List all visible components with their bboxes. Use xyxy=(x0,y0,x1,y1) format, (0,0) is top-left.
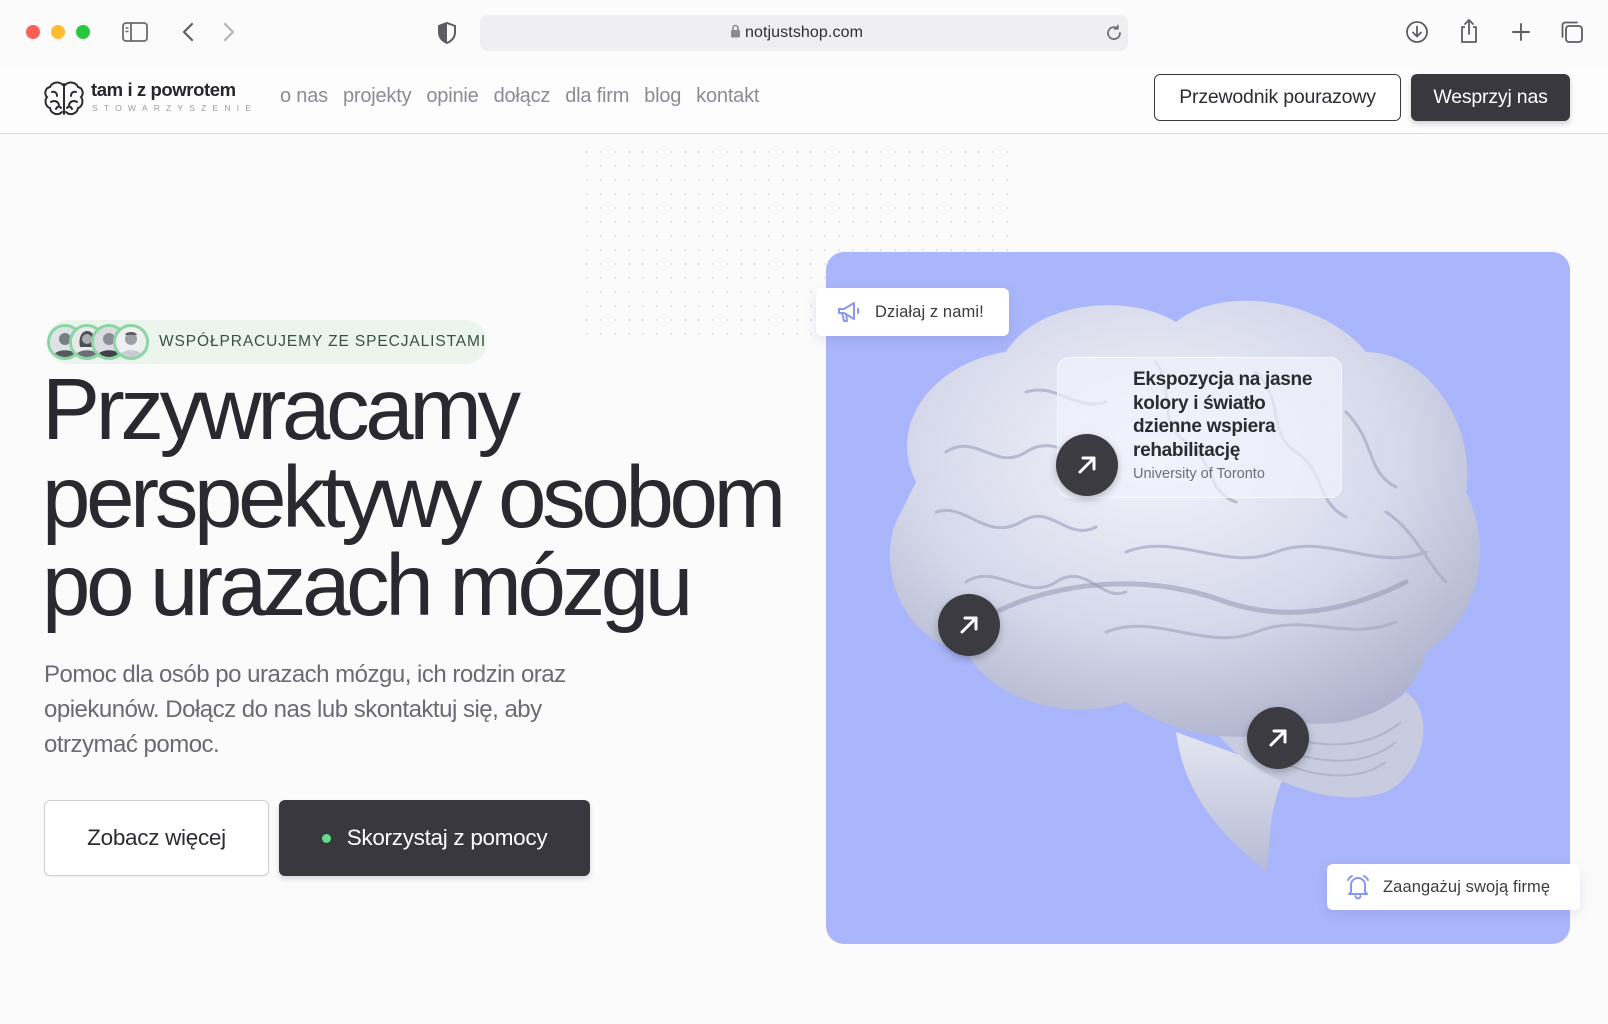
info-card-source: University of Toronto xyxy=(1133,466,1265,482)
zoom-window-button[interactable] xyxy=(76,25,90,39)
url-text: notjustshop.com xyxy=(744,24,863,41)
status-dot-icon xyxy=(321,833,331,843)
guide-button[interactable]: Przewodnik pourazowy xyxy=(1154,74,1401,121)
engage-company-label: Zaangażuj swoją firmę xyxy=(1383,877,1551,896)
specialists-badge: WSPÓŁPRACUJEMY ZE SPECJALISTAMI xyxy=(47,320,487,364)
headline-line: Przywracamy xyxy=(42,361,521,458)
nav-link-projekty[interactable]: projekty xyxy=(343,85,412,108)
privacy-shield-icon[interactable] xyxy=(437,21,457,45)
get-help-button[interactable]: Skorzystaj z pomocy xyxy=(279,800,590,876)
headline-line: po urazach mózgu xyxy=(42,537,693,634)
address-bar[interactable]: notjustshop.com xyxy=(480,15,1128,51)
info-card-title: Ekspozycja na jasne kolory i światło dzi… xyxy=(1133,369,1313,461)
bell-icon xyxy=(1347,875,1369,900)
logo-subtitle: STOWARZYSZENIE xyxy=(92,103,258,113)
nav-link-blog[interactable]: blog xyxy=(644,85,681,108)
hero-visual-panel xyxy=(826,252,1570,944)
see-more-button[interactable]: Zobacz więcej xyxy=(44,800,269,876)
nav-link-opinie[interactable]: opinie xyxy=(426,85,478,108)
avatar xyxy=(113,324,149,360)
share-icon[interactable] xyxy=(1458,18,1480,44)
hero-subtitle: Pomoc dla osób po urazach mózgu, ich rod… xyxy=(44,661,566,758)
nav-link-o-nas[interactable]: o nas xyxy=(280,85,328,108)
close-window-button[interactable] xyxy=(26,25,40,39)
browser-toolbar: notjustshop.com xyxy=(0,0,1608,66)
get-help-label: Skorzystaj z pomocy xyxy=(346,825,548,850)
brain-illustration xyxy=(889,300,1481,872)
arrow-up-right-icon xyxy=(1078,456,1096,474)
sidebar-toggle-icon[interactable] xyxy=(122,21,148,43)
back-icon[interactable] xyxy=(181,22,195,42)
hero-headline: Przywracamy perspektywy osobom po urazac… xyxy=(42,366,802,630)
nav-link-dolacz[interactable]: dołącz xyxy=(494,85,551,108)
nav-link-kontakt[interactable]: kontakt xyxy=(696,85,759,108)
reload-icon[interactable] xyxy=(1105,24,1123,42)
download-icon[interactable] xyxy=(1405,20,1429,44)
new-tab-icon[interactable] xyxy=(1510,21,1532,43)
act-with-us-label: Działaj z nami! xyxy=(875,302,984,321)
lock-icon xyxy=(730,24,741,38)
megaphone-icon xyxy=(838,302,859,322)
arrow-up-right-icon xyxy=(1269,729,1287,747)
act-with-us-tag[interactable]: Działaj z nami! xyxy=(816,288,1009,336)
support-button[interactable]: Wesprzyj nas xyxy=(1411,74,1570,121)
nav-link-dla-firm[interactable]: dla firm xyxy=(565,85,629,108)
tab-overview-icon[interactable] xyxy=(1560,20,1584,44)
arrow-up-right-icon xyxy=(960,616,978,634)
minimize-window-button[interactable] xyxy=(51,25,65,39)
badge-text: WSPÓŁPRACUJEMY ZE SPECJALISTAMI xyxy=(159,333,487,350)
site-header: tam i z powrotem STOWARZYSZENIE o nas pr… xyxy=(0,66,1608,134)
brain-logo-icon[interactable] xyxy=(43,79,85,119)
logo-title[interactable]: tam i z powrotem xyxy=(91,79,236,101)
arrow-up-right-button[interactable] xyxy=(1247,707,1309,769)
arrow-up-right-button[interactable] xyxy=(1056,434,1118,496)
headline-line: perspektywy osobom xyxy=(42,449,786,546)
forward-icon[interactable] xyxy=(222,22,236,42)
arrow-up-right-button[interactable] xyxy=(938,594,1000,656)
main-nav: o nas projekty opinie dołącz dla firm bl… xyxy=(280,85,759,108)
engage-company-tag[interactable]: Zaangażuj swoją firmę xyxy=(1327,864,1580,910)
